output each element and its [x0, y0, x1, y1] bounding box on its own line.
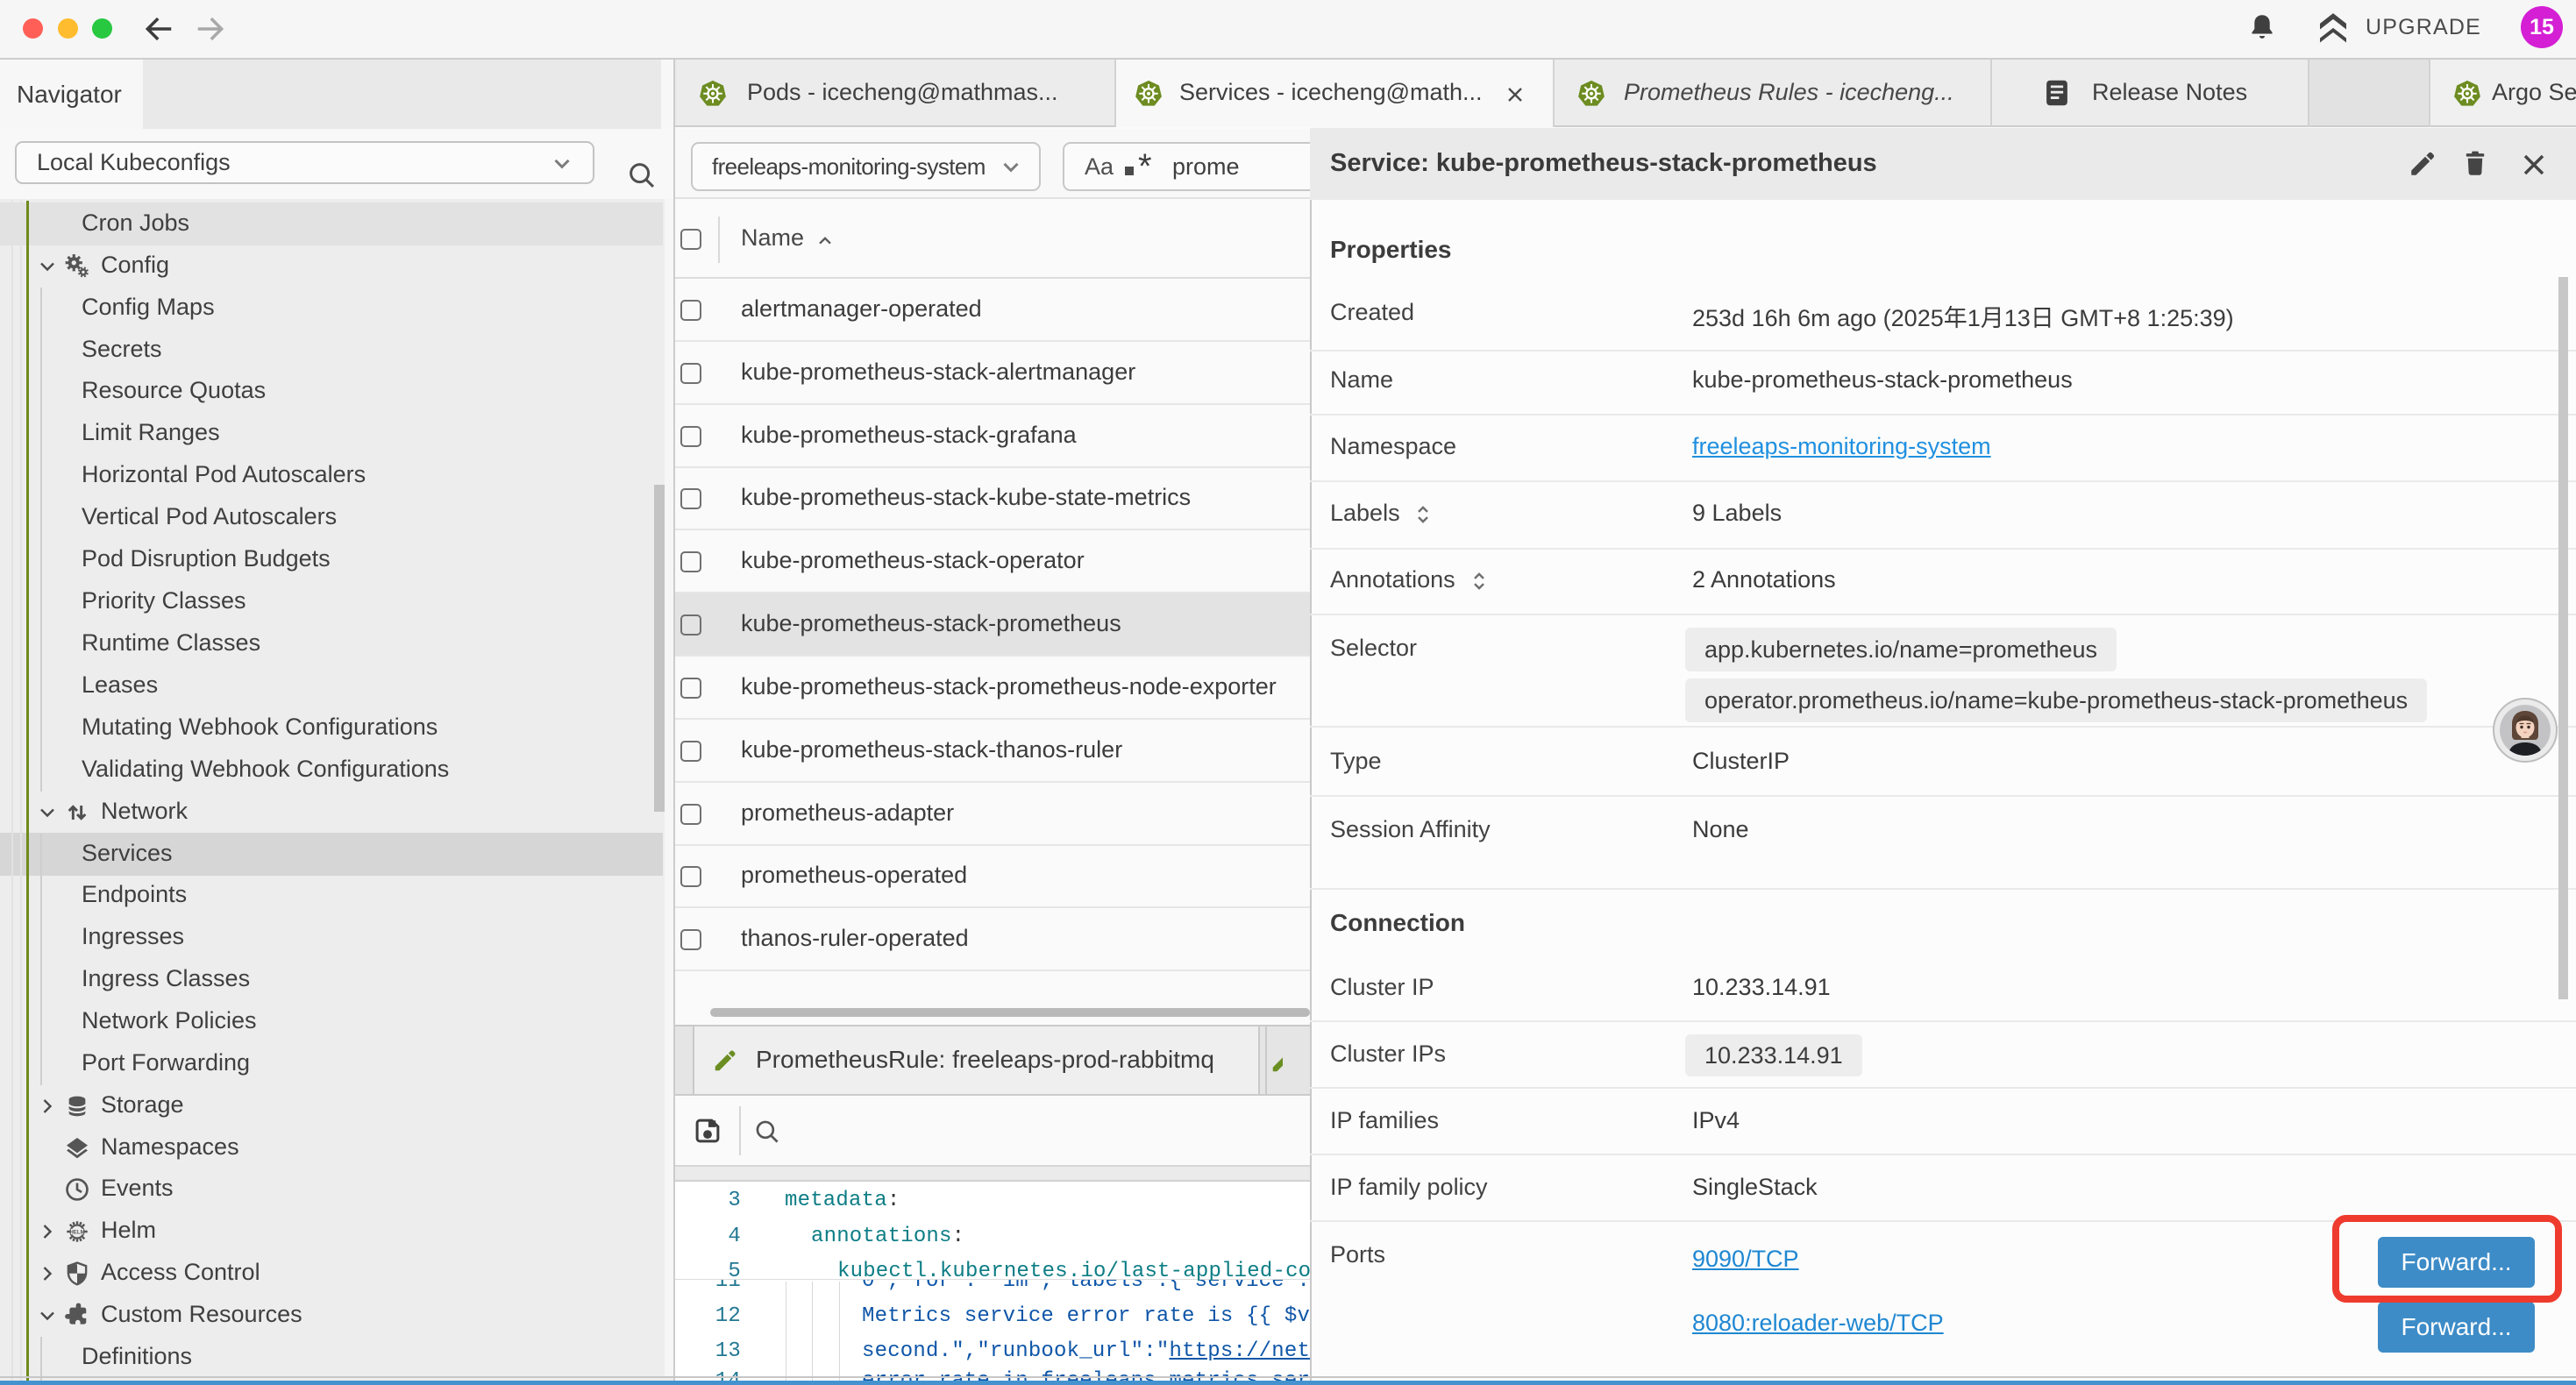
svg-text:HELM: HELM: [69, 1229, 84, 1235]
